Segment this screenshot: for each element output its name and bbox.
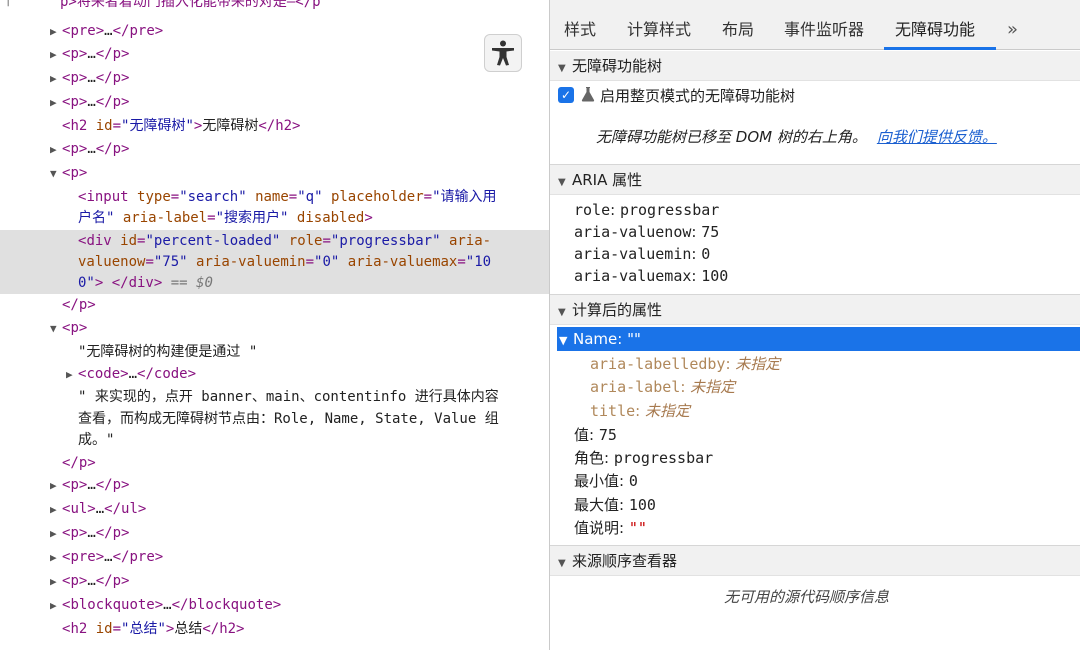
- feedback-link[interactable]: 向我们提供反馈。: [877, 128, 997, 146]
- collapse-triangle-icon: ▼: [558, 177, 566, 188]
- text-node-line3: 成。": [78, 432, 115, 448]
- dom-node-div-cont2: 0"> </div> == $0: [78, 275, 213, 291]
- dom-node-div-selected[interactable]: <div id="percent-loaded" role="progressb…: [78, 230, 491, 252]
- expand-triangle-icon[interactable]: ▶: [50, 139, 62, 161]
- tab-computed[interactable]: 计算样式: [627, 10, 691, 50]
- collapse-triangle-icon[interactable]: ▼: [50, 163, 62, 185]
- sidebar-tabs: 样式 计算样式 布局 事件监听器 无障碍功能 »: [550, 0, 1080, 50]
- dom-node-input-cont: 户名" aria-label="搜索用户" disabled>: [78, 210, 373, 226]
- section-header-computed-properties[interactable]: ▼ 计算后的属性: [550, 295, 1080, 325]
- dom-node-p[interactable]: ▶ <p>…</p>: [50, 522, 129, 544]
- dom-node-h2[interactable]: <h2 id="总结">总结</h2>: [62, 618, 244, 640]
- dom-node-p-close2: </p>: [62, 455, 96, 471]
- name-source-labelledby: aria-labelledby: 未指定: [590, 355, 781, 373]
- dom-node-p-open2[interactable]: ▼ <p>: [50, 317, 87, 339]
- dom-node-p[interactable]: ▶ <p>…</p>: [50, 138, 129, 160]
- dom-node-h2[interactable]: <h2 id="无障碍树">无障碍树</h2>: [62, 115, 300, 137]
- dom-node-input[interactable]: <input type="search" name="q" placeholde…: [78, 186, 497, 208]
- computed-value: 值: 75: [574, 426, 617, 444]
- expand-triangle-icon[interactable]: ▶: [50, 44, 62, 66]
- aria-prop-valuemax: aria-valuemax: 100: [574, 267, 729, 285]
- section-header-accessibility-tree[interactable]: ▼ 无障碍功能树: [550, 51, 1080, 81]
- collapse-triangle-icon: ▼: [558, 558, 566, 569]
- tab-layout[interactable]: 布局: [722, 10, 754, 50]
- text-node-line1: " 来实现的，点开 banner、main、contentinfo 进行具体内容: [78, 389, 499, 405]
- dom-node-p[interactable]: ▶ <p>…</p>: [50, 474, 129, 496]
- expand-triangle-icon[interactable]: ▶: [50, 92, 62, 114]
- dom-node-p[interactable]: ▶ <p>…</p>: [50, 570, 129, 592]
- collapse-triangle-icon: ▼: [559, 334, 568, 347]
- collapse-triangle-icon: ▼: [558, 63, 566, 74]
- dom-node-ul[interactable]: ▶ <ul>…</ul>: [50, 498, 146, 520]
- more-tabs-button[interactable]: »: [1007, 10, 1018, 50]
- expand-triangle-icon[interactable]: ▶: [50, 523, 62, 545]
- dom-node-p[interactable]: ▶ <p>…</p>: [50, 91, 129, 113]
- dom-node-div-cont: valuenow="75" aria-valuemin="0" aria-val…: [78, 254, 492, 270]
- dom-node-p[interactable]: ▶ <p>…</p>: [50, 43, 129, 65]
- computed-max: 最大值: 100: [574, 496, 656, 514]
- source-order-empty: 无可用的源代码顺序信息: [724, 588, 890, 606]
- dom-node-p-close: </p>: [62, 297, 96, 313]
- dom-node-pre[interactable]: ▶ <pre>…</pre>: [50, 20, 163, 42]
- checkbox-label[interactable]: 启用整页模式的无障碍功能树: [600, 85, 795, 106]
- expand-triangle-icon[interactable]: ▶: [50, 571, 62, 593]
- computed-value-text: 值说明: "": [574, 519, 647, 537]
- section-header-aria[interactable]: ▼ ARIA 属性: [550, 165, 1080, 195]
- expand-triangle-icon[interactable]: ▶: [50, 475, 62, 497]
- tab-event-listeners[interactable]: 事件监听器: [784, 10, 864, 50]
- dom-node-blockquote[interactable]: ▶ <blockquote>…</blockquote>: [50, 594, 281, 616]
- computed-min: 最小值: 0: [574, 472, 638, 490]
- expand-triangle-icon[interactable]: ▶: [50, 595, 62, 617]
- collapse-triangle-icon: ▼: [558, 307, 566, 318]
- expand-triangle-icon[interactable]: ▶: [50, 68, 62, 90]
- dom-node-p-open[interactable]: ▼ <p>: [50, 162, 87, 184]
- dom-node-pre[interactable]: ▶ <pre>…</pre>: [50, 546, 163, 568]
- tab-accessibility[interactable]: 无障碍功能: [895, 10, 975, 50]
- accessibility-person-icon: [492, 40, 514, 66]
- section-header-source-order[interactable]: ▼ 来源顺序查看器: [550, 546, 1080, 576]
- tab-styles[interactable]: 样式: [564, 10, 596, 50]
- computed-name-row[interactable]: ▼ Name: "": [557, 327, 1080, 351]
- name-source-aria-label: aria-label: 未指定: [590, 378, 736, 396]
- expand-triangle-icon[interactable]: ▶: [66, 364, 78, 386]
- active-tab-indicator: [884, 47, 996, 50]
- collapse-triangle-icon[interactable]: ▼: [50, 318, 62, 340]
- text-node: "无障碍树的构建便是通过 ": [78, 344, 258, 360]
- dom-node-p[interactable]: ▶ <p>…</p>: [50, 67, 129, 89]
- fullpage-a11y-checkbox[interactable]: ✓: [558, 87, 574, 103]
- dom-node-code[interactable]: ▶ <code>…</code>: [66, 363, 196, 385]
- expand-triangle-icon[interactable]: ▶: [50, 499, 62, 521]
- text-node-line2: 查看，而构成无障碍树节点由：Role, Name, State, Value 组: [78, 411, 499, 427]
- sidebar-panel: 样式 计算样式 布局 事件监听器 无障碍功能 » ▼ 无障碍功能树 ✓ 启用整页模…: [550, 0, 1080, 650]
- accessibility-tree-toggle-button[interactable]: [484, 34, 522, 72]
- tree-moved-notice: 无障碍功能树已移至 DOM 树的右上角。 向我们提供反馈。: [596, 128, 997, 146]
- expand-triangle-icon[interactable]: ▶: [50, 547, 62, 569]
- scrolled-fragment: | p>将来者着动门插入化能带来的对是—</p: [4, 0, 321, 10]
- aria-prop-valuemin: aria-valuemin: 0: [574, 245, 711, 263]
- computed-role: 角色: progressbar: [574, 449, 714, 467]
- expand-triangle-icon[interactable]: ▶: [50, 21, 62, 43]
- aria-prop-role: role: progressbar: [574, 201, 720, 219]
- name-source-title: title: 未指定: [590, 402, 690, 420]
- aria-prop-valuenow: aria-valuenow: 75: [574, 223, 720, 241]
- dom-tree-panel: | p>将来者着动门插入化能带来的对是—</p ▶<pre>…</pre> ▶<…: [0, 0, 549, 650]
- experiment-flask-icon: [581, 87, 595, 102]
